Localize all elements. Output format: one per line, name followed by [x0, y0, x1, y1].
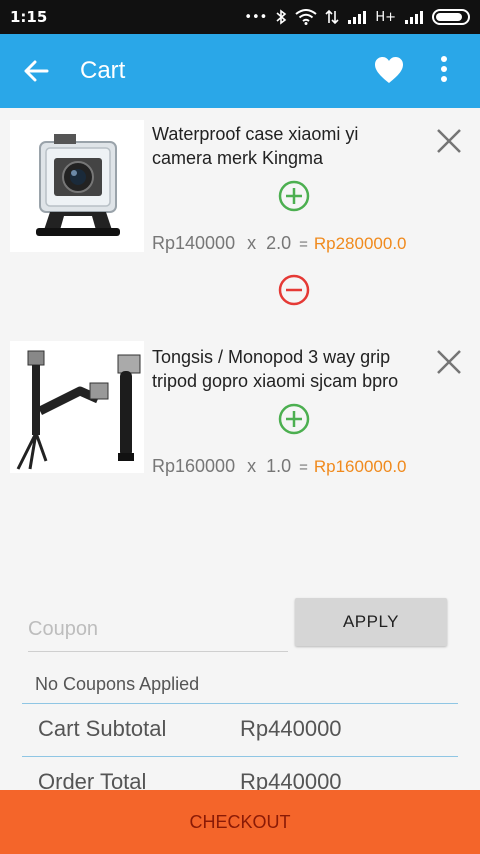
back-arrow-icon[interactable]	[0, 34, 72, 108]
unit-price: Rp160000	[152, 456, 236, 476]
network-type-label: H+	[375, 9, 396, 25]
page-title: Cart	[80, 57, 126, 84]
apply-coupon-button[interactable]: APPLY	[295, 598, 447, 646]
remove-item-close-icon[interactable]	[434, 126, 464, 156]
times-sign: x	[247, 456, 257, 476]
bluetooth-icon	[276, 9, 287, 25]
line-total: Rp160000.0	[313, 457, 407, 476]
app-bar: Cart	[0, 34, 480, 108]
signal-icon	[348, 11, 367, 24]
data-transfer-icon	[325, 9, 339, 25]
checkout-button[interactable]: CHECKOUT	[0, 790, 480, 854]
product-image-waterproof-case[interactable]	[10, 120, 144, 252]
wishlist-heart-icon[interactable]	[374, 56, 404, 89]
increase-quantity-plus-icon[interactable]	[278, 403, 310, 435]
divider	[22, 756, 458, 757]
line-total: Rp280000.0	[313, 234, 407, 253]
status-icons: ••• H+	[244, 9, 470, 25]
cart-subtotal-value: Rp440000	[240, 716, 342, 741]
wifi-icon	[295, 9, 317, 25]
cart-subtotal-label: Cart Subtotal	[38, 716, 167, 741]
status-time: 1:15	[10, 8, 48, 26]
status-bar: 1:15 ••• H+	[0, 0, 480, 34]
more-notifications-icon: •••	[244, 9, 268, 25]
quantity-value: 2.0	[266, 233, 292, 253]
times-sign: x	[247, 233, 257, 253]
increase-quantity-plus-icon[interactable]	[278, 180, 310, 212]
remove-item-close-icon[interactable]	[434, 347, 464, 377]
product-image-monopod[interactable]	[10, 341, 144, 473]
product-name[interactable]: Tongsis / Monopod 3 way grip tripod gopr…	[152, 345, 422, 393]
signal-icon-secondary	[405, 11, 423, 24]
decrease-quantity-minus-icon[interactable]	[278, 274, 310, 306]
equals-sign: =	[299, 459, 308, 476]
unit-price: Rp140000	[152, 233, 236, 253]
price-line: Rp160000 x 1.0 = Rp160000.0	[152, 456, 407, 477]
coupon-input[interactable]	[28, 608, 288, 652]
overflow-menu-icon[interactable]	[440, 54, 448, 89]
battery-icon	[432, 9, 470, 25]
coupon-status-text: No Coupons Applied	[35, 674, 200, 694]
divider	[22, 703, 458, 704]
equals-sign: =	[299, 236, 308, 253]
quantity-value: 1.0	[266, 456, 292, 476]
price-line: Rp140000 x 2.0 = Rp280000.0	[152, 233, 407, 254]
product-name[interactable]: Waterproof case xiaomi yi camera merk Ki…	[152, 122, 422, 170]
